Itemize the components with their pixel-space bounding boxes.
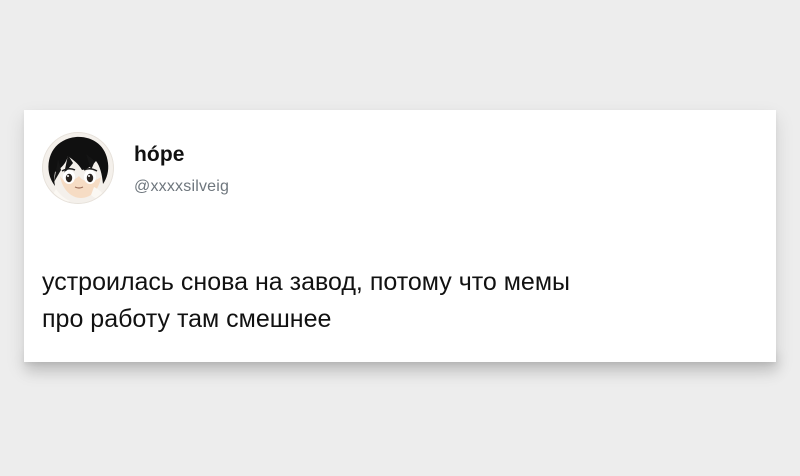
avatar[interactable] <box>42 132 114 204</box>
tweet-author-row: hópe @xxxxsilveig <box>42 132 402 212</box>
anime-character-icon <box>42 132 114 204</box>
tweet-card: hópe @xxxxsilveig устроилась снова на за… <box>24 110 776 362</box>
tweet-text: устроилась снова на завод, потому что ме… <box>42 268 570 333</box>
username-handle[interactable]: @xxxxsilveig <box>134 177 229 197</box>
display-name[interactable]: hópe <box>134 142 185 168</box>
